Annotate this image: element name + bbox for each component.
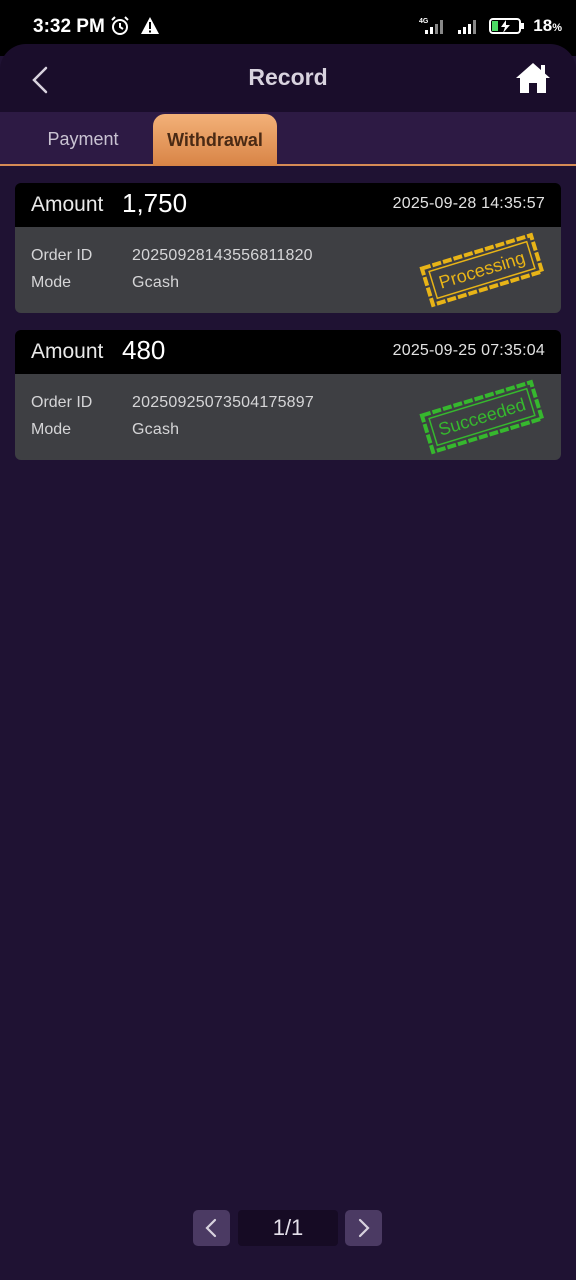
signal-4g-icon: 4G (419, 18, 444, 34)
page-indicator: 1/1 (238, 1210, 338, 1246)
status-label: Processing (436, 247, 527, 292)
amount-value: 1,750 (122, 188, 188, 218)
record-timestamp: 2025-09-28 14:35:57 (392, 195, 545, 212)
chevron-left-icon (205, 1218, 217, 1238)
record-header: Amount 480 2025-09-25 07:35:04 (15, 330, 561, 374)
amount-label: Amount (31, 193, 104, 216)
pagination: 1/1 (0, 1208, 576, 1248)
tab-bar: Payment Withdrawal (0, 112, 576, 166)
tab-payment[interactable]: Payment (20, 112, 146, 166)
status-notification-icons (110, 16, 160, 36)
mode-value: Gcash (132, 274, 180, 291)
order-id-value: 20250925073504175897 (132, 394, 314, 411)
amount-label: Amount (31, 340, 104, 363)
battery-level: 18% (533, 16, 562, 35)
alarm-icon (111, 16, 129, 35)
status-time: 3:32 PM (33, 16, 105, 37)
network-label: 4G (419, 18, 429, 25)
tab-withdrawal[interactable]: Withdrawal (153, 114, 277, 166)
record-details: Order ID 20250925073504175897 Mode Gcash… (15, 374, 561, 460)
page-title: Record (248, 64, 328, 90)
previous-page-button[interactable] (193, 1210, 230, 1246)
home-button[interactable] (514, 60, 552, 96)
app-header: Record (0, 44, 576, 112)
record-card: Amount 480 2025-09-25 07:35:04 Order ID … (15, 330, 561, 460)
record-card: Amount 1,750 2025-09-28 14:35:57 Order I… (15, 183, 561, 313)
next-page-button[interactable] (345, 1210, 382, 1246)
amount-value: 480 (122, 335, 166, 365)
battery-charging-icon (489, 18, 525, 34)
status-stamp-processing: Processing (419, 232, 545, 308)
order-id-label: Order ID (31, 247, 93, 264)
warning-icon (141, 17, 159, 34)
mode-label: Mode (31, 421, 72, 438)
mode-value: Gcash (132, 421, 180, 438)
mode-label: Mode (31, 274, 72, 291)
status-stamp-succeeded: Succeeded (419, 379, 545, 455)
record-timestamp: 2025-09-25 07:35:04 (392, 342, 545, 359)
status-system-icons: 4G 18% (419, 16, 562, 36)
status-label: Succeeded (436, 394, 528, 439)
record-header: Amount 1,750 2025-09-28 14:35:57 (15, 183, 561, 227)
chevron-right-icon (358, 1218, 370, 1238)
home-icon (516, 63, 550, 93)
order-id-value: 20250928143556811820 (132, 247, 313, 264)
signal-icon (458, 20, 477, 34)
order-id-label: Order ID (31, 394, 93, 411)
record-details: Order ID 20250928143556811820 Mode Gcash… (15, 227, 561, 313)
